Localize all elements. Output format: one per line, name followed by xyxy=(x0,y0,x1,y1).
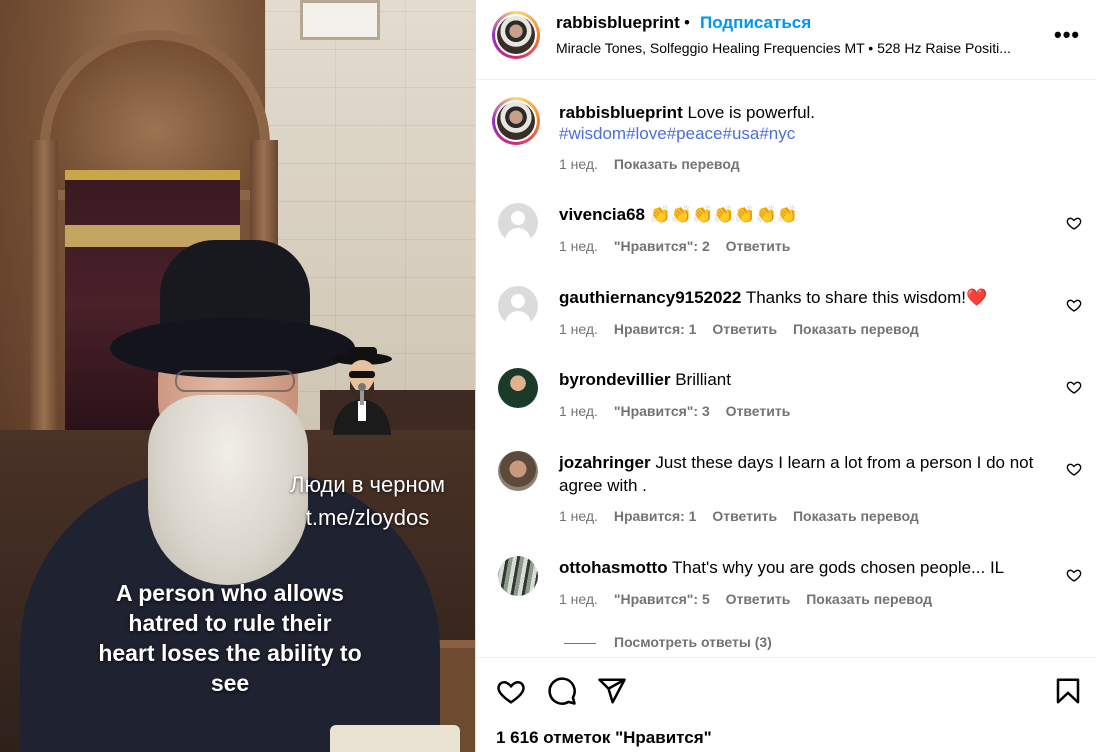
person-hat-brim xyxy=(110,318,355,378)
comment-time[interactable]: 1 нед. xyxy=(559,238,598,254)
video-caption-line: hatred to rule their xyxy=(128,610,332,636)
bookmark-icon[interactable] xyxy=(1053,676,1083,706)
post-actions-bar: 1 616 отметок "Нравится" xyxy=(476,657,1096,752)
more-options-icon[interactable]: ••• xyxy=(1054,22,1080,48)
comment-body: vivencia68 👏👏👏👏👏👏👏 xyxy=(559,203,1054,226)
commenter-username[interactable]: gauthiernancy9152022 xyxy=(559,288,741,307)
view-replies-label[interactable]: Посмотреть ответы (3) xyxy=(614,634,772,650)
commenter-avatar[interactable] xyxy=(498,451,538,491)
comment-text: That's why you are gods chosen people...… xyxy=(672,558,1005,577)
reply-link[interactable]: Ответить xyxy=(712,508,777,524)
comment-meta: 1 нед. "Нравится": 5 Ответить Показать п… xyxy=(559,591,944,607)
comment-text: Thanks to share this wisdom!❤️ xyxy=(745,288,988,307)
person-glasses xyxy=(175,370,295,392)
commenter-avatar[interactable] xyxy=(498,203,538,243)
author-username[interactable]: rabbisblueprint xyxy=(556,13,680,33)
watermark-link: t.me/zloydos xyxy=(305,505,430,530)
post-header: rabbisblueprint • Подписаться Miracle To… xyxy=(476,0,1096,80)
background-window xyxy=(300,0,380,40)
reply-link[interactable]: Ответить xyxy=(726,238,791,254)
translate-link[interactable]: Показать перевод xyxy=(793,321,919,337)
caption-author-avatar[interactable] xyxy=(492,97,540,145)
caption-text: Love is powerful. xyxy=(687,103,816,122)
comment-body: byrondevillier Brilliant xyxy=(559,368,1054,391)
comment-time[interactable]: 1 нед. xyxy=(559,321,598,337)
reply-link[interactable]: Ответить xyxy=(726,403,791,419)
caption-translate-link[interactable]: Показать перевод xyxy=(614,156,740,172)
share-icon[interactable] xyxy=(597,676,627,706)
replies-divider xyxy=(564,642,596,644)
reply-link[interactable]: Ответить xyxy=(726,591,791,607)
translate-link[interactable]: Показать перевод xyxy=(793,508,919,524)
commenter-avatar[interactable] xyxy=(498,556,538,596)
comment-text: Brilliant xyxy=(675,370,731,389)
commenter-username[interactable]: ottohasmotto xyxy=(559,558,668,577)
comment-body: gauthiernancy9152022 Thanks to share thi… xyxy=(559,286,1054,309)
background-pillar xyxy=(30,140,58,470)
audio-track-link[interactable]: Miracle Tones, Solfeggio Healing Frequen… xyxy=(556,40,1036,56)
comment-body: jozahringer Just these days I learn a lo… xyxy=(559,451,1054,497)
comment-likes[interactable]: Нравится: 1 xyxy=(614,508,697,524)
watermark-sticker-icon xyxy=(332,347,392,435)
post-details-panel: rabbisblueprint • Подписаться Miracle To… xyxy=(475,0,1096,752)
reply-link[interactable]: Ответить xyxy=(712,321,777,337)
comment-meta: 1 нед. "Нравится": 3 Ответить xyxy=(559,403,802,419)
video-caption-line: see xyxy=(210,670,250,696)
comment-time[interactable]: 1 нед. xyxy=(559,508,598,524)
comment-time[interactable]: 1 нед. xyxy=(559,403,598,419)
comment-like-heart-icon[interactable] xyxy=(1066,379,1082,395)
comment-likes[interactable]: "Нравится": 2 xyxy=(614,238,710,254)
video-caption: A person who allows hatred to rule their… xyxy=(70,578,390,698)
comment-meta: 1 нед. "Нравится": 2 Ответить xyxy=(559,238,802,254)
post-media[interactable]: Люди в черном t.me/zloydos A person who … xyxy=(0,0,475,752)
author-avatar[interactable] xyxy=(492,11,540,59)
caption-hashtags[interactable]: #wisdom#love#peace#usa#nyc xyxy=(559,124,795,144)
likes-count[interactable]: 1 616 отметок "Нравится" xyxy=(496,728,712,748)
video-caption-line: A person who allows xyxy=(116,580,344,606)
comment-likes[interactable]: "Нравится": 5 xyxy=(614,591,710,607)
comment-like-heart-icon[interactable] xyxy=(1066,461,1082,477)
translate-link[interactable]: Показать перевод xyxy=(806,591,932,607)
caption-line: rabbisblueprint Love is powerful. xyxy=(559,102,815,124)
caption-time[interactable]: 1 нед. xyxy=(559,156,598,172)
follow-button[interactable]: Подписаться xyxy=(700,13,811,33)
commenter-avatar[interactable] xyxy=(498,286,538,326)
comment-body: ottohasmotto That's why you are gods cho… xyxy=(559,556,1054,579)
heart-icon[interactable] xyxy=(496,676,526,706)
commenter-avatar[interactable] xyxy=(498,368,538,408)
comment-like-heart-icon[interactable] xyxy=(1066,567,1082,583)
watermark-name: Люди в черном xyxy=(290,472,445,497)
comment-meta: 1 нед. Нравится: 1 Ответить Показать пер… xyxy=(559,508,931,524)
comment-like-heart-icon[interactable] xyxy=(1066,215,1082,231)
comment-icon[interactable] xyxy=(547,676,577,706)
video-caption-line: heart loses the ability to xyxy=(98,640,362,666)
commenter-username[interactable]: byrondevillier xyxy=(559,370,670,389)
view-replies-link[interactable]: Посмотреть ответы (3) xyxy=(564,634,772,650)
caption-meta: 1 нед. Показать перевод xyxy=(559,156,752,172)
caption-username[interactable]: rabbisblueprint xyxy=(559,103,683,122)
comments-list[interactable]: rabbisblueprint Love is powerful. #wisdo… xyxy=(476,81,1096,657)
commenter-username[interactable]: jozahringer xyxy=(559,453,651,472)
comment-text: 👏👏👏👏👏👏👏 xyxy=(649,205,798,224)
header-separator: • xyxy=(684,13,690,32)
commenter-username[interactable]: vivencia68 xyxy=(559,205,645,224)
comment-likes[interactable]: "Нравится": 3 xyxy=(614,403,710,419)
comment-meta: 1 нед. Нравится: 1 Ответить Показать пер… xyxy=(559,321,931,337)
comment-time[interactable]: 1 нед. xyxy=(559,591,598,607)
comment-like-heart-icon[interactable] xyxy=(1066,297,1082,313)
comment-likes[interactable]: Нравится: 1 xyxy=(614,321,697,337)
person-book xyxy=(330,725,460,752)
